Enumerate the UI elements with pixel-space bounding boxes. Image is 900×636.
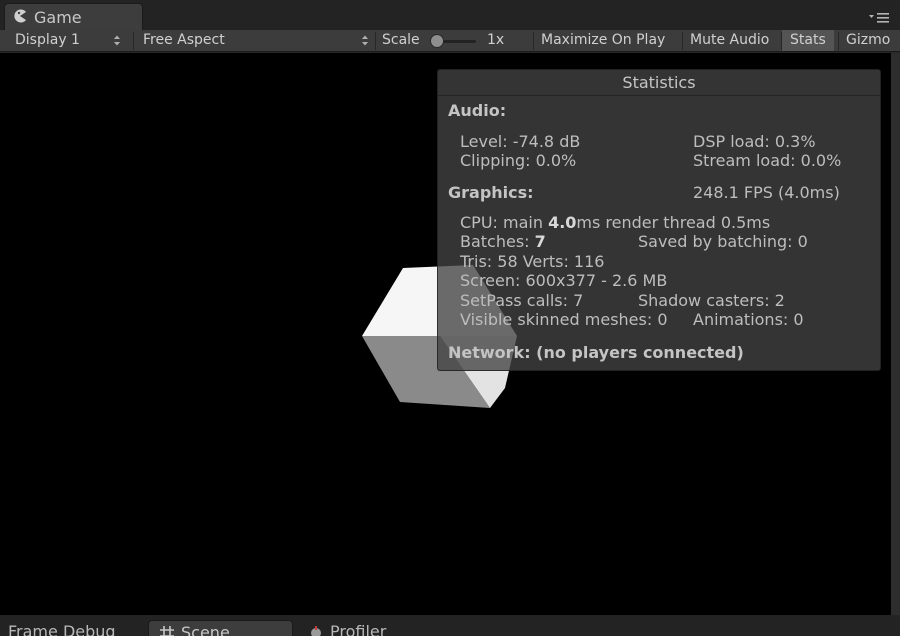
stats-setpass: SetPass calls: 7 [460, 291, 584, 310]
stats-cpu-main: 4.0 [548, 213, 577, 232]
mute-audio-toggle[interactable]: Mute Audio [690, 30, 769, 51]
panel-menu-icon[interactable] [868, 12, 890, 26]
toolbar-divider [375, 32, 376, 50]
stats-audio-level: Level: -74.8 dB [460, 132, 581, 151]
display-dropdown[interactable]: Display 1 [15, 30, 125, 51]
stats-audio-stream: Stream load: 0.0% [693, 151, 842, 170]
tab-game-label: Game [34, 8, 82, 27]
game-viewport[interactable]: Statistics Audio: Level: -74.8 dB DSP lo… [0, 53, 891, 615]
stats-batches-label: Batches: [460, 232, 535, 251]
stats-title: Statistics [622, 73, 696, 92]
tab-scene-label: Scene [181, 623, 230, 636]
tab-strip: Game [0, 0, 900, 30]
stats-tris-verts: Tris: 58 Verts: 116 [460, 252, 605, 271]
stats-audio-dsp: DSP load: 0.3% [693, 132, 816, 151]
display-dropdown-label: Display 1 [15, 32, 80, 48]
stats-audio-heading: Audio: [448, 101, 507, 120]
bottom-tab-strip: Frame Debug Scene Profiler [0, 615, 900, 636]
stats-cpu: CPU: main 4.0ms render thread 0.5ms [460, 213, 770, 232]
stats-skinned: Visible skinned meshes: 0 [460, 310, 668, 329]
stats-batches-value: 7 [534, 232, 546, 251]
aspect-dropdown-label: Free Aspect [143, 32, 225, 48]
display-dropdown-arrow-icon [114, 35, 120, 46]
stats-audio-clipping: Clipping: 0.0% [460, 151, 577, 170]
aspect-dropdown-arrow-icon [362, 35, 368, 46]
stats-cpu-suffix: ms render thread 0.5ms [576, 213, 771, 232]
stats-network: Network: (no players connected) [448, 343, 744, 362]
scale-label: Scale [382, 32, 420, 48]
game-toolbar: Display 1 Free Aspect Scale 1x Maximize … [0, 30, 900, 52]
stats-cpu-prefix: CPU: main [460, 213, 549, 232]
statistics-panel: Statistics Audio: Level: -74.8 dB DSP lo… [437, 69, 881, 371]
stats-title-divider [438, 95, 880, 96]
aspect-dropdown[interactable]: Free Aspect [143, 30, 373, 51]
tab-scene[interactable]: Scene [148, 620, 293, 636]
toolbar-divider [133, 32, 134, 50]
tab-frame-debug[interactable]: Frame Debug [8, 622, 116, 636]
toolbar-divider [838, 32, 839, 50]
stats-shadow-casters: Shadow casters: 2 [638, 291, 785, 310]
stats-toggle[interactable]: Stats [782, 30, 834, 51]
stats-animations: Animations: 0 [693, 310, 804, 329]
stats-screen: Screen: 600x377 - 2.6 MB [460, 271, 668, 290]
scale-slider-handle[interactable] [430, 34, 444, 48]
pacman-icon [14, 9, 26, 23]
profiler-icon [311, 626, 321, 636]
grid-icon [160, 626, 174, 636]
maximize-on-play-toggle[interactable]: Maximize On Play [541, 30, 665, 51]
tab-profiler[interactable]: Profiler [330, 622, 386, 636]
game-window: Game Display 1 Free Aspect Scale 1x Maxi… [0, 0, 900, 636]
toolbar-divider [682, 32, 683, 50]
stats-batches: Batches: 7 [460, 232, 546, 251]
stats-saved-batching: Saved by batching: 0 [638, 232, 808, 251]
viewport-right-border [891, 53, 900, 615]
toolbar-divider [533, 32, 534, 50]
gizmos-dropdown[interactable]: Gizmo [846, 30, 890, 51]
scale-value: 1x [487, 32, 505, 48]
stats-fps: 248.1 FPS (4.0ms) [693, 183, 840, 202]
stats-graphics-heading: Graphics: [448, 183, 534, 202]
tab-game[interactable]: Game [4, 3, 143, 30]
